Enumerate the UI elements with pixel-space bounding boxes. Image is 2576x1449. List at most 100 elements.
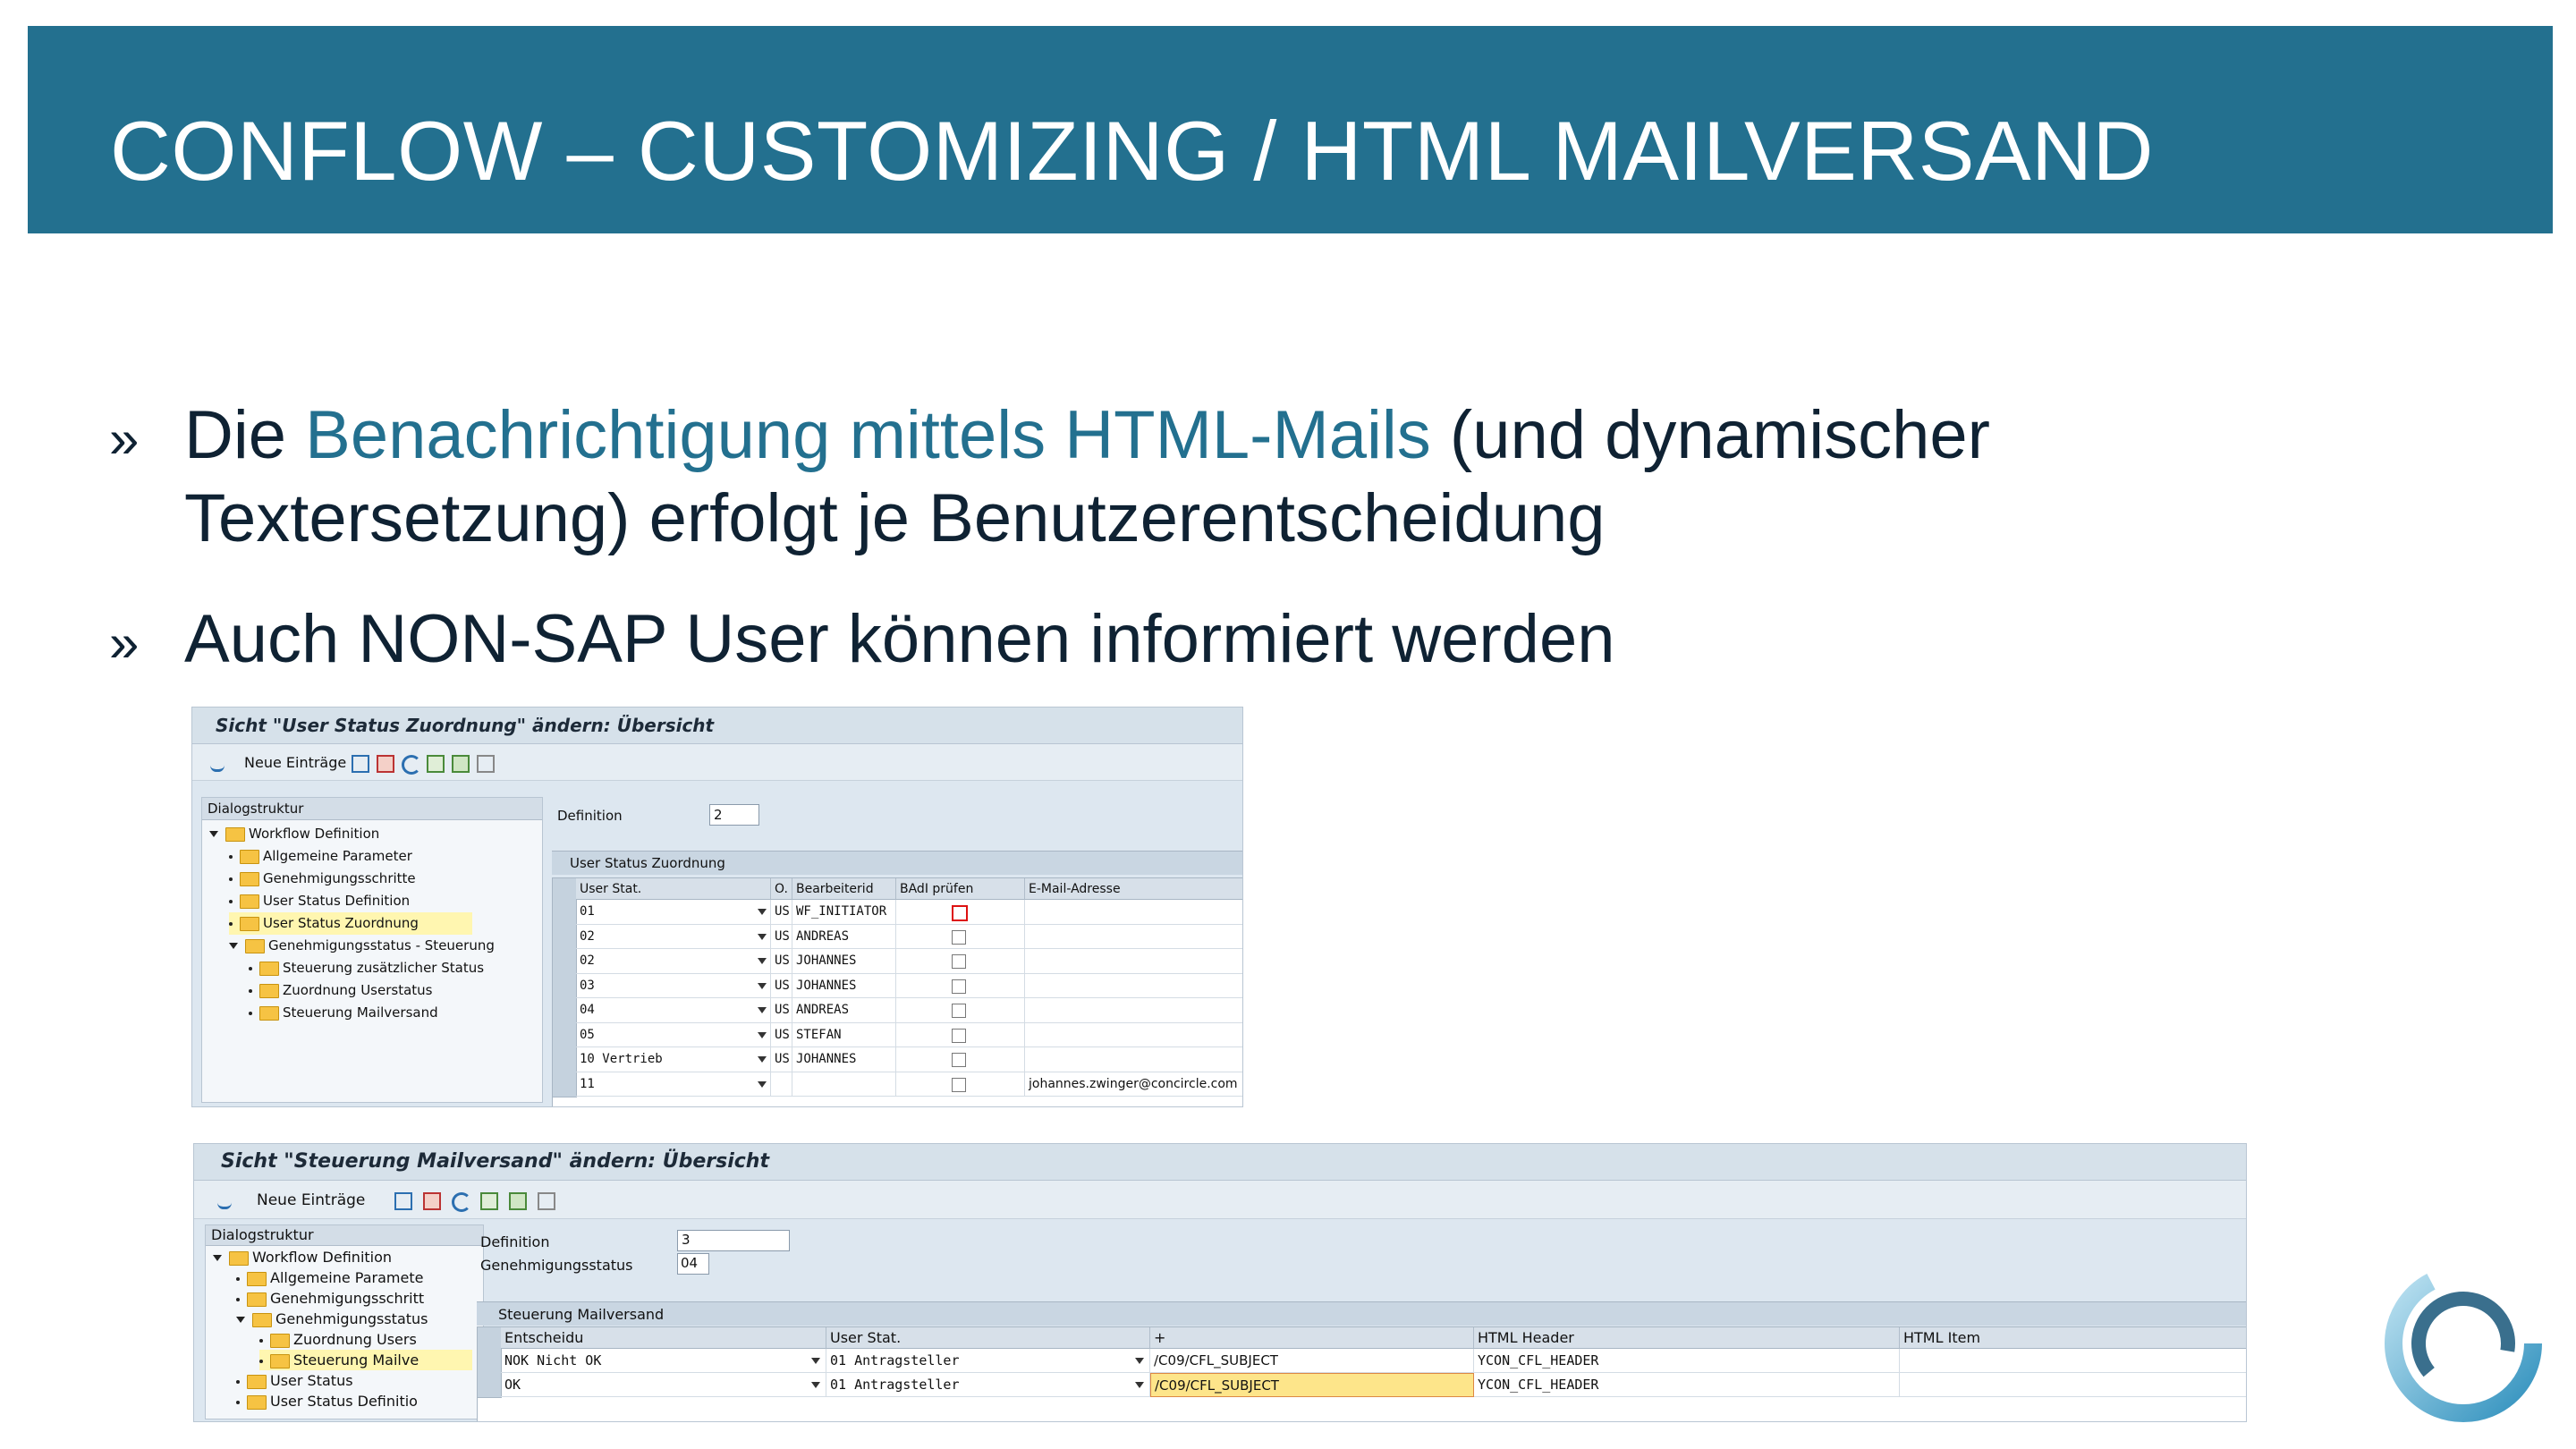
dropdown-arrow-icon[interactable] (758, 1080, 767, 1088)
badi-check-cell[interactable] (896, 998, 1025, 1023)
column-header[interactable]: O. (771, 878, 792, 900)
glasses-icon[interactable] (217, 1192, 232, 1209)
badi-check-cell[interactable] (896, 949, 1025, 974)
glasses-icon[interactable] (210, 755, 225, 772)
dropdown-arrow-icon[interactable] (758, 1007, 767, 1013)
delete-icon[interactable] (423, 1192, 441, 1210)
dropdown-arrow-icon[interactable] (758, 958, 767, 964)
processor-id-cell[interactable]: JOHANNES (792, 949, 896, 974)
tree-item[interactable]: User Status Definition (229, 890, 410, 912)
column-header[interactable]: E-Mail-Adresse (1025, 878, 1242, 900)
dropdown-arrow-icon[interactable] (811, 1358, 820, 1364)
row-selector[interactable] (478, 1373, 502, 1398)
object-type-cell[interactable]: US (771, 1022, 792, 1047)
decision-cell[interactable]: OK (501, 1373, 826, 1397)
tree-item[interactable]: User Status Zuordnung (229, 912, 472, 935)
dropdown-arrow-icon[interactable] (758, 1031, 767, 1038)
tree-item[interactable]: Zuordnung Users (259, 1329, 417, 1350)
html-item-cell[interactable] (1900, 1373, 2246, 1397)
user-status-cell[interactable]: 03 (576, 973, 771, 998)
email-cell[interactable] (1025, 1023, 1242, 1047)
checkbox[interactable] (952, 1004, 966, 1018)
tree-item[interactable]: Steuerung zusätzlicher Status (249, 957, 484, 979)
dropdown-arrow-icon[interactable] (811, 1382, 820, 1388)
dropdown-arrow-icon[interactable] (1135, 1358, 1144, 1364)
select-block-icon[interactable] (452, 755, 470, 773)
tree-item[interactable]: User Status Definitio (236, 1391, 418, 1411)
badi-check-cell[interactable] (896, 973, 1025, 998)
new-entries-button[interactable]: Neue Einträge (244, 754, 346, 771)
user-status-cell[interactable]: 11 (576, 1072, 771, 1097)
row-selector[interactable] (478, 1349, 502, 1374)
checkbox[interactable] (952, 905, 968, 921)
checkbox[interactable] (952, 929, 966, 945)
deselect-icon[interactable] (477, 755, 495, 773)
user-status-cell[interactable]: 01 (576, 900, 771, 925)
definition-field[interactable]: 2 (709, 804, 759, 826)
column-header[interactable]: User Stat. (576, 878, 771, 900)
undo-icon[interactable] (452, 1192, 471, 1212)
dropdown-arrow-icon[interactable] (758, 982, 767, 989)
html-item-cell[interactable] (1900, 1349, 2246, 1373)
row-selector[interactable] (553, 1022, 577, 1048)
email-cell[interactable] (1025, 974, 1242, 998)
select-all-icon[interactable] (427, 755, 445, 773)
column-header[interactable]: Entscheidu (501, 1327, 826, 1349)
email-cell[interactable] (1025, 925, 1242, 949)
expand-arrow-icon[interactable] (236, 1317, 245, 1323)
dropdown-arrow-icon[interactable] (758, 933, 767, 940)
new-entries-button[interactable]: Neue Einträge (257, 1191, 365, 1209)
object-type-cell[interactable]: US (771, 1047, 792, 1072)
row-selector[interactable] (553, 1072, 577, 1097)
tree-item[interactable]: Genehmigungsschritt (236, 1288, 424, 1309)
tree-item[interactable]: Workflow Definition (209, 823, 379, 845)
badi-check-cell[interactable] (896, 1047, 1025, 1072)
user-status-cell[interactable]: 05 (576, 1022, 771, 1047)
object-type-cell[interactable]: US (771, 924, 792, 949)
decision-cell[interactable]: NOK Nicht OK (501, 1349, 826, 1373)
column-header[interactable]: User Stat. (826, 1327, 1150, 1349)
dropdown-arrow-icon[interactable] (758, 909, 767, 915)
dropdown-arrow-icon[interactable] (758, 1056, 767, 1063)
expand-arrow-icon[interactable] (229, 943, 238, 949)
deselect-icon[interactable] (538, 1192, 555, 1210)
column-header[interactable]: Bearbeiterid (792, 878, 896, 900)
row-selector[interactable] (553, 924, 577, 950)
user-status-cell[interactable]: 04 (576, 998, 771, 1023)
email-cell[interactable] (1025, 900, 1242, 925)
column-header[interactable]: BAdI prüfen (896, 878, 1025, 900)
badi-check-cell[interactable] (896, 900, 1025, 925)
column-header[interactable]: HTML Header (1474, 1327, 1900, 1349)
object-type-cell[interactable]: US (771, 900, 792, 925)
checkbox[interactable] (952, 1028, 966, 1043)
tree-item[interactable]: Steuerung Mailve (259, 1350, 473, 1370)
processor-id-cell[interactable]: JOHANNES (792, 1047, 896, 1072)
object-type-cell[interactable]: US (771, 973, 792, 998)
checkbox[interactable] (952, 1077, 966, 1092)
tree-item[interactable]: Allgemeine Parameter (229, 845, 412, 868)
tree-item[interactable]: User Status (236, 1370, 353, 1391)
html-header-cell[interactable]: YCON_CFL_HEADER (1474, 1373, 1900, 1397)
copy-icon[interactable] (394, 1192, 412, 1210)
subject-cell[interactable]: /C09/CFL_SUBJECT (1150, 1349, 1474, 1373)
row-selector[interactable] (553, 998, 577, 1024)
row-selector[interactable] (553, 949, 577, 975)
column-header[interactable]: + (1150, 1327, 1474, 1349)
select-all-icon[interactable] (480, 1192, 498, 1210)
badi-check-cell[interactable] (896, 1072, 1025, 1097)
processor-id-cell[interactable]: STEFAN (792, 1022, 896, 1047)
badi-check-cell[interactable] (896, 924, 1025, 949)
user-status-cell[interactable]: 01 Antragsteller (826, 1373, 1150, 1397)
copy-icon[interactable] (352, 755, 369, 773)
dropdown-arrow-icon[interactable] (1135, 1382, 1144, 1388)
checkbox[interactable] (952, 1053, 966, 1067)
email-cell[interactable]: johannes.zwinger@concircle.com (1025, 1072, 1242, 1097)
delete-icon[interactable] (377, 755, 394, 773)
undo-icon[interactable] (402, 755, 421, 775)
tree-item[interactable]: Genehmigungsstatus - Steuerung (229, 935, 495, 957)
processor-id-cell[interactable]: ANDREAS (792, 924, 896, 949)
object-type-cell[interactable]: US (771, 949, 792, 974)
processor-id-cell[interactable] (792, 1072, 896, 1097)
email-cell[interactable] (1025, 949, 1242, 974)
processor-id-cell[interactable]: WF_INITIATOR (792, 900, 896, 925)
